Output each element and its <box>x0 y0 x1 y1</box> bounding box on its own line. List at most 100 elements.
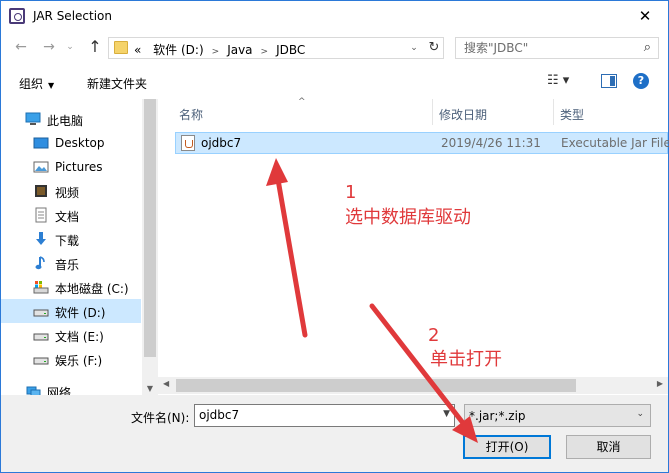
sidebar-item-drive-f[interactable]: 娱乐 (F:) <box>1 347 141 371</box>
column-header-label: 名称 <box>179 108 204 122</box>
breadcrumb-item[interactable]: JDBC <box>276 43 305 57</box>
drive-icon <box>33 333 49 341</box>
help-icon[interactable]: ? <box>633 73 649 89</box>
desktop-icon <box>33 137 49 149</box>
sidebar-item-desktop[interactable]: Desktop <box>1 131 141 155</box>
toolbar: 组织 ▼ 新建文件夹 ☷ ▾ ? <box>1 65 668 99</box>
annotation-step2-text: 单击打开 <box>430 349 502 370</box>
preview-pane-icon[interactable] <box>601 74 617 88</box>
close-button[interactable]: ✕ <box>622 1 668 32</box>
annotation-step1-text: 选中数据库驱动 <box>345 207 471 228</box>
refresh-icon[interactable]: ↻ <box>424 38 443 58</box>
file-modified: 2019/4/26 11:31 <box>441 136 541 150</box>
filename-input[interactable] <box>199 408 429 422</box>
horizontal-scrollbar[interactable]: ◀ ▶ <box>158 377 668 394</box>
sidebar-item-label: 娱乐 (F:) <box>55 354 103 368</box>
file-list: 名称 ^ 修改日期 类型 ojdbc7 2019/4/26 11:31 Exec… <box>158 97 669 395</box>
sidebar-item-label: 软件 (D:) <box>55 306 106 320</box>
music-icon <box>35 256 45 270</box>
drive-icon <box>33 281 49 294</box>
navigation-scrollbar[interactable]: ▼ <box>142 99 158 395</box>
address-bar[interactable]: « 软件 (D:) > Java > JDBC ⌄ ↻ <box>108 37 444 59</box>
sidebar-item-downloads[interactable]: 下载 <box>1 227 141 251</box>
forward-button[interactable]: → <box>39 37 59 57</box>
file-dialog: JAR Selection ✕ ← → ⌄ ↑ « 软件 (D:) > Java > J… <box>0 0 669 473</box>
sidebar-item-pictures[interactable]: Pictures <box>1 155 141 179</box>
new-folder-button[interactable]: 新建文件夹 <box>87 75 147 92</box>
scroll-right-icon[interactable]: ▶ <box>657 379 663 388</box>
sort-ascending-icon: ^ <box>298 97 306 107</box>
scrollbar-thumb[interactable] <box>144 99 156 357</box>
chevron-right-icon[interactable]: > <box>212 47 220 57</box>
sidebar-item-drive-c[interactable]: 本地磁盘 (C:) <box>1 275 141 299</box>
column-header-name[interactable]: 名称 ^ <box>158 97 432 125</box>
sidebar-item-drive-e[interactable]: 文档 (E:) <box>1 323 141 347</box>
sidebar-item-label: 音乐 <box>55 258 80 272</box>
recent-locations-icon[interactable]: ⌄ <box>63 37 77 57</box>
address-dropdown-icon[interactable]: ⌄ <box>405 38 423 58</box>
chevron-right-icon[interactable]: > <box>261 47 269 57</box>
network-icon <box>26 386 41 395</box>
cancel-button[interactable]: 取消 <box>566 435 651 459</box>
file-type: Executable Jar File <box>561 136 669 150</box>
pc-icon <box>25 112 41 125</box>
organize-label: 组织 <box>19 77 44 91</box>
filename-label: 文件名(N): <box>131 411 190 425</box>
address-row: ← → ⌄ ↑ « 软件 (D:) > Java > JDBC ⌄ ↻ ⌕ <box>1 32 668 64</box>
annotation-step1-number: 1 <box>345 182 357 203</box>
column-header-label: 类型 <box>560 108 585 122</box>
file-name: ojdbc7 <box>201 136 242 150</box>
sidebar-item-label: 文档 (E:) <box>55 330 104 344</box>
download-icon <box>36 232 46 245</box>
sidebar-item-label: 下载 <box>55 234 80 248</box>
search-box[interactable]: ⌕ <box>455 37 659 59</box>
sidebar-item-label: 文档 <box>55 210 80 224</box>
search-icon[interactable]: ⌕ <box>644 40 651 55</box>
scrollbar-thumb[interactable] <box>176 379 576 392</box>
sidebar-item-label: 本地磁盘 (C:) <box>55 282 129 296</box>
pictures-icon <box>33 161 49 173</box>
breadcrumb-item[interactable]: Java <box>227 43 252 57</box>
filetype-value: *.jar;*.zip <box>469 409 526 423</box>
sidebar-item-label: Pictures <box>55 160 103 174</box>
column-header-label: 修改日期 <box>439 108 488 122</box>
breadcrumb: « 软件 (D:) > Java > JDBC <box>134 41 305 58</box>
navigation-pane: 此电脑 Desktop Pictures 视频 文档 下载 音乐 本地磁盘 (C… <box>1 99 158 395</box>
chevron-down-icon[interactable]: ⌄ <box>636 409 644 419</box>
sidebar-item-label: 网络 <box>47 386 72 395</box>
chevron-down-icon[interactable]: ▼ <box>443 409 450 419</box>
document-icon <box>35 207 47 223</box>
sidebar-item-network[interactable]: 网络 <box>1 379 141 395</box>
search-input[interactable] <box>464 41 624 55</box>
sidebar-item-documents[interactable]: 文档 <box>1 203 141 227</box>
scroll-down-icon[interactable]: ▼ <box>142 384 158 393</box>
breadcrumb-item[interactable]: 软件 (D:) <box>153 43 203 57</box>
file-row[interactable]: ojdbc7 2019/4/26 11:31 Executable Jar Fi… <box>175 132 669 154</box>
back-button[interactable]: ← <box>11 37 31 57</box>
up-folder-button[interactable]: ↑ <box>85 37 105 57</box>
open-button[interactable]: 打开(O) <box>463 435 551 459</box>
annotation-step2-number: 2 <box>428 325 440 346</box>
drive-icon <box>33 309 49 317</box>
window-title: JAR Selection <box>33 9 112 23</box>
scroll-left-icon[interactable]: ◀ <box>163 379 169 388</box>
sidebar-item-this-pc[interactable]: 此电脑 <box>1 107 141 131</box>
breadcrumb-overflow[interactable]: « <box>134 43 141 57</box>
sidebar-item-videos[interactable]: 视频 <box>1 179 141 203</box>
sidebar-item-label: 视频 <box>55 186 80 200</box>
drive-icon <box>33 357 49 365</box>
sidebar-item-music[interactable]: 音乐 <box>1 251 141 275</box>
column-header-date[interactable]: 修改日期 <box>433 99 553 125</box>
organize-button[interactable]: 组织 ▼ <box>19 75 54 92</box>
sidebar-item-label: 此电脑 <box>47 114 84 128</box>
view-options-icon[interactable]: ☷ ▾ <box>547 73 579 91</box>
caret-down-icon: ▼ <box>48 81 55 90</box>
folder-icon <box>114 41 128 54</box>
column-header-type[interactable]: 类型 <box>554 99 668 125</box>
filetype-select[interactable]: *.jar;*.zip ⌄ <box>464 404 651 427</box>
jar-file-icon <box>181 135 195 151</box>
video-icon <box>35 185 47 197</box>
sidebar-item-drive-d[interactable]: 软件 (D:) <box>1 299 141 323</box>
filename-combobox[interactable]: ▼ <box>194 404 455 427</box>
app-icon <box>9 8 25 24</box>
